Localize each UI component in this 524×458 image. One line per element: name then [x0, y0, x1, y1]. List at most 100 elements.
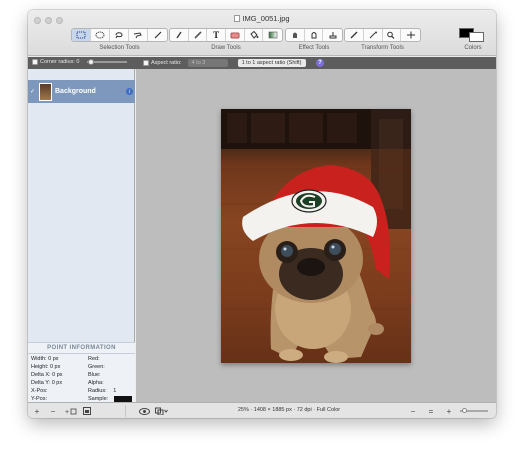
lasso-icon [115, 32, 123, 39]
draw-tool[interactable] [189, 29, 208, 41]
layer-image-button[interactable] [82, 406, 92, 416]
magic-wand-tool[interactable] [364, 29, 383, 41]
corner-radius-checkbox[interactable] [32, 59, 38, 65]
gradient-tool[interactable] [263, 29, 282, 41]
layer-row-background[interactable]: ✓ Background i [28, 80, 135, 103]
image-icon [83, 407, 91, 415]
draw-tools-label: Draw Tools [211, 45, 241, 51]
background-color-swatch[interactable] [469, 32, 484, 42]
lasso-selection-tool[interactable] [110, 29, 129, 41]
zoom-tool[interactable] [383, 29, 402, 41]
height-row: Height: 0 px [31, 364, 61, 370]
status-bar: + − + 25% · 1408 × 1885 px · 72 dpi · Fu… [28, 402, 496, 418]
selection-tools-label: Selection Tools [99, 45, 140, 51]
preview-toggle[interactable] [138, 406, 150, 416]
burn-tool[interactable] [286, 29, 305, 41]
image-canvas[interactable] [221, 109, 411, 363]
elliptical-selection-tool[interactable] [91, 29, 110, 41]
text-icon: T [213, 30, 220, 40]
radius-row: Radius: 1 [88, 388, 117, 394]
layer-info-icon[interactable]: i [126, 88, 133, 95]
zoom-in-button[interactable]: + [444, 406, 454, 416]
magnifier-icon [387, 31, 395, 39]
dodge-tool[interactable] [305, 29, 324, 41]
document-icon [234, 15, 241, 22]
colors-label: Colors [464, 45, 482, 51]
point-information-title: POINT INFORMATION [28, 343, 135, 354]
layer-actions-button[interactable]: + [64, 406, 78, 416]
pencil-icon [176, 31, 182, 39]
help-control: ? [316, 59, 324, 67]
zoom-out-button[interactable]: − [408, 406, 418, 416]
dodge-icon [311, 32, 316, 39]
aspect-ratio-field[interactable]: 4 to 3 [187, 59, 228, 67]
zoom-to-fit-button[interactable]: = [426, 406, 436, 416]
move-tool[interactable] [401, 29, 420, 41]
tool-options-bar: Corner radius: 0 Aspect ratio: 4 to 3 1 … [28, 57, 496, 69]
gradient-icon [268, 31, 277, 39]
stamp-icon [329, 32, 337, 39]
sketch-tool[interactable] [170, 29, 189, 41]
ellipse-select-icon [95, 31, 105, 39]
aspect-preset-popup[interactable]: 1 to 1 aspect ratio (Shift) [237, 59, 306, 67]
corner-radius-label: Corner radius: 0 [40, 59, 80, 65]
effect-tools-label: Effect Tools [298, 45, 330, 51]
remove-layer-button[interactable]: − [48, 406, 58, 416]
view-options-popup[interactable] [154, 406, 168, 416]
selection-tools-group [71, 28, 168, 42]
wand-icon [154, 31, 161, 39]
corner-radius-control: Corner radius: 0 [32, 59, 128, 65]
text-tool[interactable]: T [207, 29, 227, 41]
canvas-area[interactable] [136, 69, 496, 402]
instant-alpha-tool[interactable] [148, 29, 167, 41]
aspect-ratio-label: Aspect ratio: [151, 60, 182, 66]
eraser-tool[interactable] [226, 29, 245, 41]
rectangular-selection-tool[interactable] [72, 29, 91, 41]
width-row: Width: 0 px [31, 356, 59, 362]
move-arrows-icon [406, 31, 415, 39]
layers-sidebar: ✓ Background i POINT INFORMATION Width: … [28, 69, 135, 404]
magic-wand-icon [369, 31, 377, 39]
app-window: IMG_0051.jpg Selection Tools T Draw Tool… [28, 10, 496, 418]
eraser-icon [230, 32, 240, 39]
transform-tools-group [344, 28, 421, 42]
green-label: Green: [88, 364, 105, 370]
aspect-ratio-checkbox[interactable] [143, 60, 149, 66]
draw-tools-group: T [169, 28, 283, 42]
color-well[interactable] [459, 28, 485, 42]
help-button[interactable]: ? [316, 59, 324, 67]
svg-text:+: + [65, 409, 69, 415]
delta-y-row: Delta Y: 0 px [31, 380, 63, 386]
bucket-icon [249, 31, 259, 39]
corner-radius-slider-knob[interactable] [88, 59, 95, 65]
vertical-scrollbar[interactable] [489, 69, 496, 402]
chevron-down-icon [154, 407, 168, 415]
rect-select-icon [76, 31, 86, 39]
brush-icon [193, 31, 202, 39]
delta-x-row: Delta X: 0 px [31, 372, 63, 378]
smart-lasso-icon [133, 32, 142, 39]
clone-tool[interactable] [323, 29, 342, 41]
eye-icon [138, 407, 150, 415]
fill-tool[interactable] [245, 29, 264, 41]
x-pos-label: X-Pos: [31, 388, 48, 394]
window-title: IMG_0051.jpg [28, 14, 496, 23]
pug-photo [221, 109, 411, 363]
burn-icon [292, 32, 297, 38]
blue-label: Blue: [88, 372, 101, 378]
red-label: Red: [88, 356, 100, 362]
sidebar-resize-divider[interactable] [125, 405, 126, 417]
smart-lasso-tool[interactable] [129, 29, 148, 41]
color-picker-tool[interactable] [345, 29, 364, 41]
aspect-ratio-control: Aspect ratio: 4 to 3 1 to 1 aspect ratio… [143, 59, 306, 67]
title-bar: IMG_0051.jpg Selection Tools T Draw Tool… [28, 10, 496, 56]
layer-visibility-checkbox[interactable]: ✓ [30, 88, 38, 95]
zoom-slider-knob[interactable] [462, 408, 467, 413]
add-layer-button[interactable]: + [32, 406, 42, 416]
transform-tools-label: Transform Tools [361, 45, 404, 51]
layer-name: Background [55, 88, 96, 95]
layer-thumbnail [39, 82, 52, 101]
duplicate-layer-icon: + [65, 408, 77, 415]
image-status-text: 25% · 1408 × 1885 px · 72 dpi · Full Col… [237, 407, 341, 413]
corner-radius-slider[interactable] [87, 59, 128, 65]
